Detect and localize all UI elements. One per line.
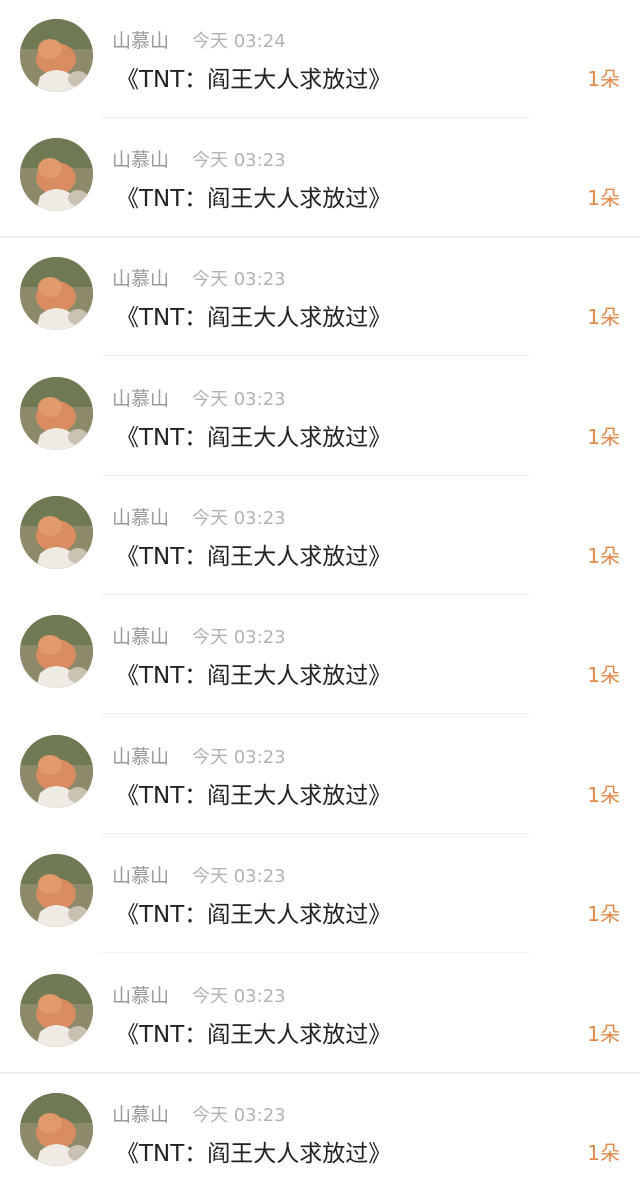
avatar[interactable]: [20, 974, 93, 1047]
gift-record-row[interactable]: 山慕山 今天 03:23 《TNT：阎王大人求放过》 1朵: [0, 716, 640, 836]
flower-count: 1朵: [587, 1141, 620, 1165]
flower-count: 1朵: [587, 663, 620, 687]
gift-record-list: 山慕山 今天 03:24 《TNT：阎王大人求放过》 1朵 山慕山 今天 03:…: [0, 0, 640, 1194]
row-divider: [100, 475, 530, 476]
sender-name[interactable]: 山慕山: [112, 861, 169, 888]
gift-message: 《TNT：阎王大人求放过》: [116, 1141, 392, 1167]
gift-message: 《TNT：阎王大人求放过》: [116, 186, 392, 212]
row-divider: [100, 713, 530, 714]
flower-count: 1朵: [587, 425, 620, 449]
timestamp: 今天 03:23: [192, 747, 286, 768]
row-divider: [100, 833, 530, 834]
row-divider: [100, 355, 530, 356]
gift-message: 《TNT：阎王大人求放过》: [116, 1022, 392, 1048]
gift-message: 《TNT：阎王大人求放过》: [116, 67, 392, 93]
gift-message: 《TNT：阎王大人求放过》: [116, 305, 392, 331]
gift-record-row[interactable]: 山慕山 今天 03:23 《TNT：阎王大人求放过》 1朵: [0, 596, 640, 716]
gift-record-row[interactable]: 山慕山 今天 03:24 《TNT：阎王大人求放过》 1朵: [0, 0, 640, 120]
gift-record-row[interactable]: 山慕山 今天 03:23 《TNT：阎王大人求放过》 1朵: [0, 835, 640, 955]
flower-count: 1朵: [587, 305, 620, 329]
gift-record-row[interactable]: 山慕山 今天 03:23 《TNT：阎王大人求放过》 1朵: [0, 1074, 640, 1194]
gift-message: 《TNT：阎王大人求放过》: [116, 425, 392, 451]
flower-count: 1朵: [587, 67, 620, 91]
avatar[interactable]: [20, 735, 93, 808]
sender-name[interactable]: 山慕山: [112, 145, 169, 172]
gift-message: 《TNT：阎王大人求放过》: [116, 663, 392, 689]
flower-count: 1朵: [587, 186, 620, 210]
timestamp: 今天 03:23: [192, 986, 286, 1007]
sender-name[interactable]: 山慕山: [112, 742, 169, 769]
row-divider: [100, 594, 530, 595]
sender-name[interactable]: 山慕山: [112, 264, 169, 291]
row-divider: [100, 952, 530, 953]
gift-record-row[interactable]: 山慕山 今天 03:23 《TNT：阎王大人求放过》 1朵: [0, 477, 640, 597]
flower-count: 1朵: [587, 902, 620, 926]
gift-message: 《TNT：阎王大人求放过》: [116, 783, 392, 809]
flower-count: 1朵: [587, 783, 620, 807]
avatar[interactable]: [20, 1093, 93, 1166]
gift-record-row[interactable]: 山慕山 今天 03:23 《TNT：阎王大人求放过》 1朵: [0, 358, 640, 478]
sender-name[interactable]: 山慕山: [112, 384, 169, 411]
sender-name[interactable]: 山慕山: [112, 622, 169, 649]
timestamp: 今天 03:23: [192, 627, 286, 648]
timestamp: 今天 03:24: [192, 31, 286, 52]
avatar[interactable]: [20, 377, 93, 450]
sender-name[interactable]: 山慕山: [112, 981, 169, 1008]
gift-record-row[interactable]: 山慕山 今天 03:23 《TNT：阎王大人求放过》 1朵: [0, 955, 640, 1075]
avatar[interactable]: [20, 257, 93, 330]
gift-record-row[interactable]: 山慕山 今天 03:23 《TNT：阎王大人求放过》 1朵: [0, 238, 640, 358]
avatar[interactable]: [20, 496, 93, 569]
gift-message: 《TNT：阎王大人求放过》: [116, 544, 392, 570]
gift-record-row[interactable]: 山慕山 今天 03:23 《TNT：阎王大人求放过》 1朵: [0, 119, 640, 239]
timestamp: 今天 03:23: [192, 150, 286, 171]
sender-name[interactable]: 山慕山: [112, 26, 169, 53]
sender-name[interactable]: 山慕山: [112, 1100, 169, 1127]
avatar[interactable]: [20, 138, 93, 211]
gift-message: 《TNT：阎王大人求放过》: [116, 902, 392, 928]
flower-count: 1朵: [587, 1022, 620, 1046]
timestamp: 今天 03:23: [192, 1105, 286, 1126]
row-divider: [100, 117, 530, 118]
avatar[interactable]: [20, 615, 93, 688]
sender-name[interactable]: 山慕山: [112, 503, 169, 530]
timestamp: 今天 03:23: [192, 508, 286, 529]
timestamp: 今天 03:23: [192, 866, 286, 887]
flower-count: 1朵: [587, 544, 620, 568]
avatar[interactable]: [20, 19, 93, 92]
timestamp: 今天 03:23: [192, 269, 286, 290]
avatar[interactable]: [20, 854, 93, 927]
timestamp: 今天 03:23: [192, 389, 286, 410]
